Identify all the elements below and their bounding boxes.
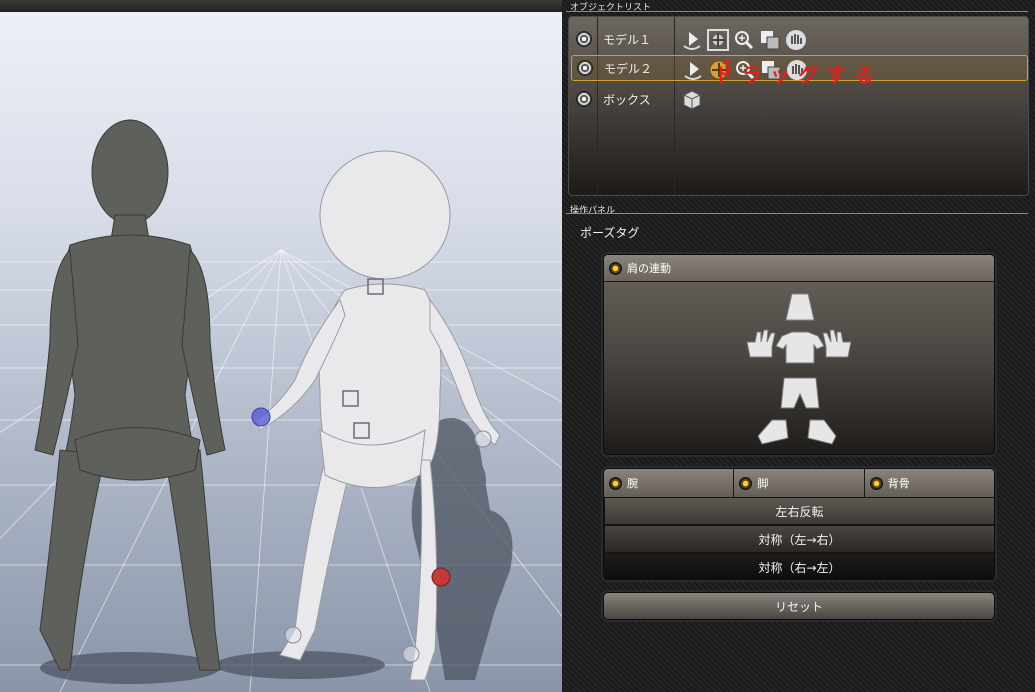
object-name: モデル２	[604, 61, 653, 76]
copy-icon[interactable]	[757, 27, 783, 53]
reset-button[interactable]: リセット	[603, 592, 995, 620]
pose-tag-box: 肩の連動	[603, 254, 995, 455]
drag-hint-text: ドラッグする	[714, 63, 882, 87]
object-tools	[679, 27, 809, 53]
object-list: モデル１ モデル２ ボックス ↑ ドラッグする	[568, 16, 1029, 196]
zoom-icon[interactable]	[731, 27, 757, 53]
right-hand-icon	[822, 329, 852, 358]
object-tools	[679, 87, 705, 113]
tab-label: 脚	[757, 477, 769, 490]
object-name: ボックス	[603, 92, 651, 107]
hand-icon[interactable]	[783, 27, 809, 53]
left-hand-icon	[746, 329, 776, 358]
object-row-model1[interactable]: モデル１	[571, 26, 1028, 52]
operation-panel-title: 操作パネル	[570, 206, 616, 216]
operation-panel-rule	[566, 213, 1028, 214]
selected-wrist-joint	[251, 407, 271, 427]
shoulder-link-label: 肩の連動	[627, 262, 671, 275]
move-gizmo-icon[interactable]	[705, 27, 731, 53]
part-tabs: 腕 脚 背骨	[604, 469, 994, 497]
3d-viewport[interactable]	[0, 0, 562, 692]
scene-canvas[interactable]	[0, 0, 562, 692]
right-ankle-joint	[402, 645, 420, 663]
right-panel: オブジェクトリスト モデル１ モデル２ ボックス ↑ ドラッグする 操作パネル …	[562, 0, 1035, 692]
tab-label: 腕	[627, 477, 638, 490]
object-row-box[interactable]: ボックス	[571, 86, 1028, 112]
pose-play-icon[interactable]	[679, 27, 705, 53]
object-name: モデル１	[603, 32, 652, 47]
object-list-rule	[566, 11, 1028, 12]
shirt-icon	[775, 331, 825, 364]
pose-play-icon[interactable]	[680, 57, 706, 83]
visibility-toggle-icon[interactable]	[576, 91, 592, 107]
right-wrist-joint	[474, 430, 492, 448]
dark-female-model[interactable]	[34, 119, 226, 671]
radio-on-icon[interactable]	[609, 476, 622, 490]
shoes-icon	[757, 419, 837, 445]
cube-icon[interactable]	[679, 87, 705, 113]
pose-operation-box: 腕 脚 背骨 左右反転 対称（左→右） 対称（右→左）	[603, 468, 995, 580]
head-icon	[785, 293, 815, 321]
tab-leg[interactable]: 脚	[734, 469, 865, 497]
tab-label: 背骨	[887, 477, 910, 490]
radio-on-icon[interactable]	[869, 476, 883, 490]
radio-on-icon[interactable]	[609, 261, 622, 275]
mirror-button[interactable]: 左右反転	[605, 498, 994, 524]
left-ankle-joint	[284, 626, 302, 644]
shoulder-link-toggle[interactable]: 肩の連動	[604, 255, 994, 282]
symmetry-left-to-right-button[interactable]: 対称（左→右）	[605, 526, 994, 552]
red-ik-marker	[431, 567, 451, 587]
tab-arm[interactable]: 腕	[604, 469, 735, 497]
tab-spine[interactable]: 背骨	[864, 469, 994, 497]
visibility-toggle-icon[interactable]	[576, 31, 592, 47]
shorts-icon	[780, 377, 820, 409]
pose-tag-label: ポーズタグ	[580, 226, 640, 240]
body-part-selector[interactable]	[604, 282, 996, 454]
symmetry-right-to-left-button[interactable]: 対称（右→左）	[605, 554, 994, 580]
radio-on-icon[interactable]	[739, 476, 753, 490]
visibility-toggle-icon[interactable]	[577, 60, 593, 76]
